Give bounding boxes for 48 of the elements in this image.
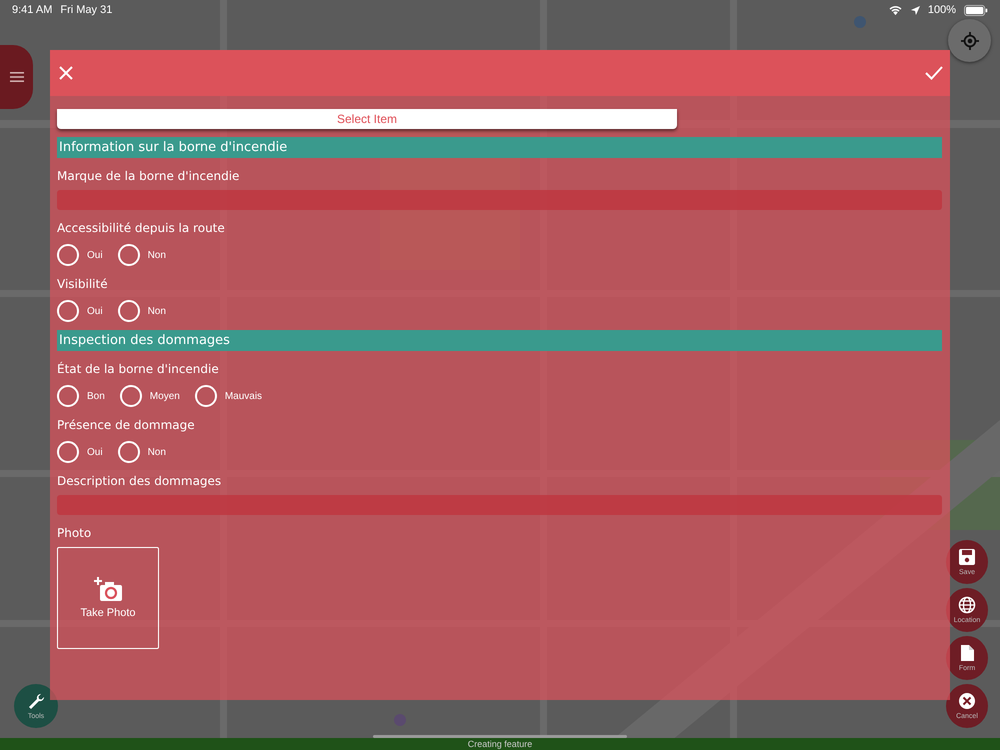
section-header: Inspection des dommages <box>57 330 942 351</box>
radio-label: Oui <box>87 306 103 316</box>
radio-label: Mauvais <box>224 390 262 402</box>
input-field[interactable] <box>57 495 942 515</box>
radio-button[interactable] <box>57 300 79 322</box>
input-field[interactable] <box>57 190 942 210</box>
field-label: Visibilité <box>57 276 108 292</box>
radio-label: Non <box>148 446 166 458</box>
radio-button[interactable] <box>118 441 140 463</box>
battery-percent: 100% <box>928 4 956 16</box>
radio-button[interactable] <box>120 385 142 407</box>
add-camera-icon <box>94 577 122 601</box>
battery-icon <box>964 4 988 16</box>
radio-label: Bon <box>87 390 105 402</box>
close-icon[interactable] <box>59 66 73 80</box>
status-date: Fri May 31 <box>60 4 112 16</box>
field-label: État de la borne d'incendie <box>57 361 219 377</box>
wifi-icon <box>888 4 903 16</box>
take-photo-button[interactable]: Take Photo <box>57 547 159 649</box>
section-header: Information sur la borne d'incendie <box>57 137 942 158</box>
radio-label: Moyen <box>150 390 180 402</box>
location-arrow-icon <box>910 6 920 14</box>
radio-button[interactable] <box>118 244 140 266</box>
field-label: Description des dommages <box>57 473 222 489</box>
globe-icon <box>958 596 976 614</box>
radio-button[interactable] <box>194 385 217 407</box>
radio-button[interactable] <box>57 244 79 266</box>
select-item-button[interactable]: Select Item <box>57 109 677 129</box>
status-time: 9:41 AM <box>12 4 52 16</box>
close-icon <box>958 692 976 710</box>
crosshair-icon <box>960 32 978 50</box>
wrench-icon <box>27 692 45 710</box>
radio-label: Non <box>148 306 166 316</box>
checkmark-icon[interactable] <box>925 66 943 80</box>
radio-button[interactable] <box>118 300 140 322</box>
document-icon <box>958 644 976 662</box>
radio-button[interactable] <box>57 385 79 407</box>
menu-tab[interactable] <box>0 45 33 109</box>
field-label: Accessibilité depuis la route <box>57 220 225 236</box>
menu-icon <box>10 72 24 82</box>
status-message: Creating feature <box>468 738 532 750</box>
field-label: Marque de la borne d'incendie <box>57 168 240 184</box>
radio-label: Oui <box>87 250 103 260</box>
radio-button[interactable] <box>57 441 79 463</box>
field-label: Photo <box>57 525 92 541</box>
radio-label: Non <box>148 250 166 260</box>
field-label: Présence de dommage <box>57 417 195 433</box>
radio-label: Oui <box>87 446 103 458</box>
